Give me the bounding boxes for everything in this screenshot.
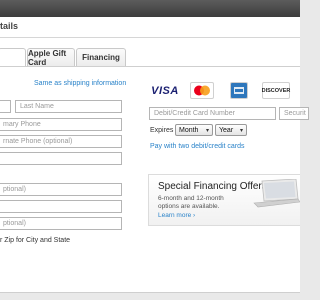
chevron-down-icon: ▾ (205, 127, 209, 134)
company-optional-field[interactable]: ptional) (0, 217, 122, 230)
special-financing-banner[interactable]: Special Financing Offers 6-month and 12-… (148, 174, 300, 226)
expires-label: Expires (150, 127, 174, 134)
amex-logo (234, 87, 244, 94)
card-number-field[interactable]: Debit/Credit Card Number (149, 107, 276, 120)
laptop-icon (253, 179, 300, 208)
year-select-label: Year (219, 126, 234, 134)
top-bar (0, 0, 300, 17)
security-code-field[interactable]: Securit (279, 107, 309, 120)
alternate-phone-field[interactable]: rnate Phone (optional) (0, 135, 122, 148)
tab-credit-card[interactable] (0, 48, 26, 67)
discover-label: DISCOVER (261, 87, 291, 94)
tab-divider (0, 66, 300, 67)
pay-with-two-cards-link[interactable]: Pay with two debit/credit cards (150, 143, 245, 150)
address-field[interactable] (0, 152, 122, 165)
mastercard-logo (194, 85, 210, 96)
mastercard-icon (190, 82, 214, 99)
amex-icon (230, 82, 248, 99)
discover-icon: DISCOVER (262, 82, 290, 99)
visa-icon: VISA (150, 82, 180, 99)
tab-financing[interactable]: Financing (76, 48, 126, 66)
primary-phone-field[interactable]: mary Phone (0, 118, 122, 131)
same-as-shipping-link[interactable]: Same as shipping information (34, 80, 126, 87)
zip-hint-text: r Zip for City and State (0, 237, 71, 244)
chevron-down-icon: ▾ (239, 127, 243, 134)
month-select[interactable]: Month ▾ (175, 124, 213, 136)
learn-more-link[interactable]: Learn more › (158, 212, 195, 219)
last-name-field[interactable]: Last Name (15, 100, 122, 113)
first-name-field[interactable] (0, 100, 11, 113)
promo-title: Special Financing Offers (158, 181, 267, 192)
year-select[interactable]: Year ▾ (215, 124, 247, 136)
month-select-label: Month (179, 126, 199, 134)
tab-apple-gift-card[interactable]: Apple Gift Card (27, 48, 75, 67)
visa-label: VISA (151, 84, 179, 97)
address-line-optional-field[interactable]: ptional) (0, 183, 122, 196)
promo-description: 6-month and 12-month options are availab… (158, 195, 224, 210)
section-title: tails (0, 21, 19, 31)
address-line-field[interactable] (0, 200, 122, 213)
title-divider (0, 37, 300, 38)
